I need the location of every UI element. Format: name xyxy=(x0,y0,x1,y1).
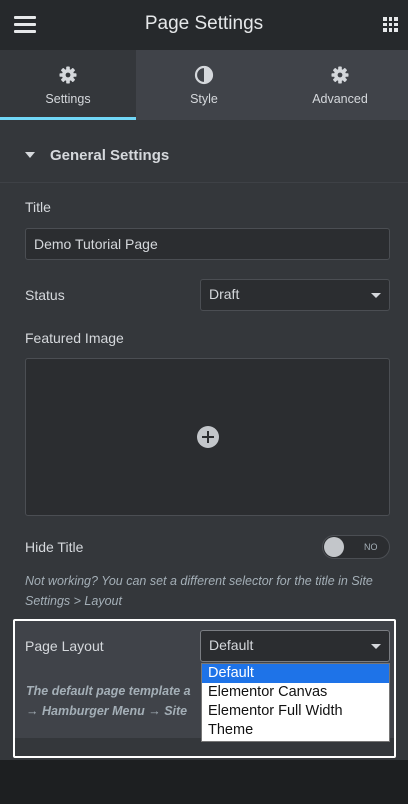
gear-icon xyxy=(59,66,77,84)
tab-settings-label: Settings xyxy=(45,92,91,106)
status-label: Status xyxy=(25,287,65,303)
option-elementor-full-width[interactable]: Elementor Full Width xyxy=(202,702,389,721)
page-title: Page Settings xyxy=(144,13,264,34)
toggle-knob xyxy=(324,537,344,557)
hide-title-label: Hide Title xyxy=(25,539,84,555)
grid-apps-icon[interactable] xyxy=(383,17,398,32)
hide-title-help: Not working? You can set a different sel… xyxy=(25,574,373,608)
bottom-bar xyxy=(0,760,408,804)
featured-image-dropzone[interactable] xyxy=(25,358,390,516)
tab-bar: Settings Style Advanced xyxy=(0,50,408,120)
section-title: General Settings xyxy=(50,147,170,164)
page-layout-options: Default Elementor Canvas Elementor Full … xyxy=(201,663,390,742)
header-bar: Page Settings xyxy=(0,0,408,50)
featured-image-label: Featured Image xyxy=(25,330,124,346)
add-image-icon[interactable] xyxy=(197,426,219,448)
tab-style-label: Style xyxy=(190,92,218,106)
status-select[interactable]: Draft xyxy=(200,279,390,311)
general-settings-toggle[interactable]: General Settings xyxy=(0,136,408,178)
chevron-down-icon xyxy=(371,293,381,298)
tab-style[interactable]: Style xyxy=(136,50,272,120)
option-default[interactable]: Default xyxy=(202,664,389,683)
tab-advanced-label: Advanced xyxy=(312,92,368,106)
gear-icon xyxy=(331,66,349,84)
title-input[interactable]: Demo Tutorial Page xyxy=(25,228,390,260)
hide-title-toggle[interactable]: NO xyxy=(322,535,390,559)
option-theme[interactable]: Theme xyxy=(202,721,389,740)
status-value: Draft xyxy=(209,286,240,302)
tab-advanced[interactable]: Advanced xyxy=(272,50,408,120)
toggle-state-label: NO xyxy=(364,542,378,552)
option-elementor-canvas[interactable]: Elementor Canvas xyxy=(202,683,389,702)
caret-down-icon xyxy=(25,152,35,158)
half-circle-icon xyxy=(194,65,214,85)
tab-settings[interactable]: Settings xyxy=(0,50,136,120)
divider xyxy=(0,182,408,183)
title-label: Title xyxy=(25,199,51,215)
